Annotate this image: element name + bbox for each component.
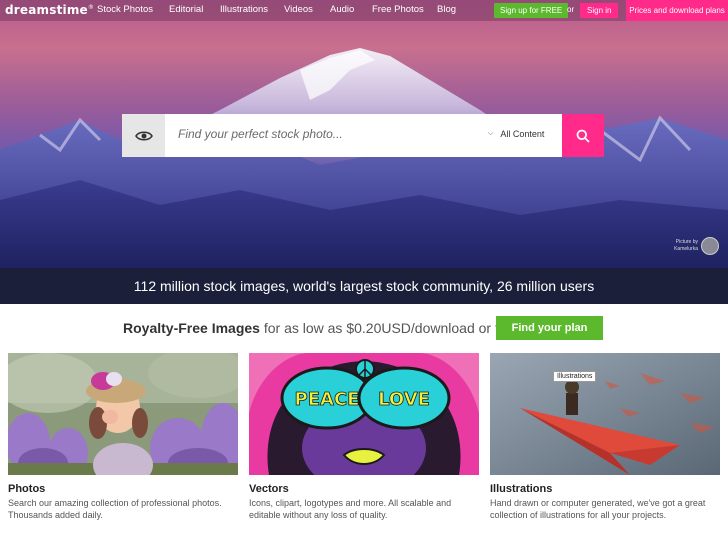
- photographer-avatar[interactable]: [701, 237, 719, 255]
- search-icon: [576, 129, 590, 143]
- vectors-title[interactable]: Vectors: [249, 483, 479, 495]
- photo-credit: Picture by Kamelurka: [674, 239, 698, 252]
- illustrations-image[interactable]: Illustrations: [490, 353, 720, 475]
- content-filter-label: All Content: [500, 129, 545, 139]
- chevron-down-icon: ⌵: [488, 130, 494, 137]
- nav-stock-photos[interactable]: Stock Photos: [97, 4, 153, 15]
- illustrations-description: Hand drawn or computer generated, we've …: [490, 498, 706, 520]
- search-bar: ⌵ All Content: [122, 114, 604, 157]
- illustrations-tooltip: Illustrations: [553, 371, 597, 382]
- card-vectors: PEACE LOVE Vectors Icons, clipart, logot…: [249, 353, 479, 521]
- illustrations-title[interactable]: Illustrations: [490, 483, 720, 495]
- vectors-image[interactable]: PEACE LOVE: [249, 353, 479, 475]
- nav-audio[interactable]: Audio: [330, 4, 354, 15]
- signin-button[interactable]: Sign in: [580, 3, 619, 18]
- promo-bold: Royalty-Free Images: [123, 320, 260, 336]
- nav-editorial[interactable]: Editorial: [169, 4, 203, 15]
- photos-image[interactable]: [8, 353, 238, 475]
- content-filter-dropdown[interactable]: ⌵ All Content: [488, 129, 544, 139]
- nav-videos[interactable]: Videos: [284, 4, 313, 15]
- prices-button[interactable]: Prices and download plans: [626, 0, 728, 21]
- peace-word: PEACE: [295, 389, 360, 410]
- photos-description: Search our amazing collection of profess…: [8, 498, 222, 520]
- dreamstime-logo[interactable]: dreamstime®: [5, 3, 94, 17]
- photos-title[interactable]: Photos: [8, 483, 238, 495]
- vectors-description: Icons, clipart, logotypes and more. All …: [249, 498, 452, 520]
- card-illustrations: Illustrations Illustrations Hand drawn o…: [490, 353, 720, 521]
- eye-icon[interactable]: [122, 114, 165, 157]
- promo-rest: for as low as $0.20USD/download or free: [259, 320, 520, 336]
- nav-illustrations[interactable]: Illustrations: [220, 4, 268, 15]
- stats-bar: 112 million stock images, world's larges…: [0, 268, 728, 304]
- find-plan-button[interactable]: Find your plan: [496, 316, 603, 340]
- top-nav: dreamstime® Stock Photos Editorial Illus…: [0, 0, 728, 21]
- search-button[interactable]: [562, 114, 604, 157]
- promo-section: Royalty-Free Images for as low as $0.20U…: [0, 304, 728, 352]
- or-text: or: [567, 5, 575, 14]
- search-input[interactable]: [178, 127, 468, 141]
- card-photos: Photos Search our amazing collection of …: [8, 353, 238, 521]
- promo-text: Royalty-Free Images for as low as $0.20U…: [123, 320, 519, 336]
- signup-button[interactable]: Sign up for FREE: [494, 3, 569, 18]
- love-word: LOVE: [378, 389, 430, 410]
- nav-blog[interactable]: Blog: [437, 4, 456, 15]
- nav-free-photos[interactable]: Free Photos: [372, 4, 424, 15]
